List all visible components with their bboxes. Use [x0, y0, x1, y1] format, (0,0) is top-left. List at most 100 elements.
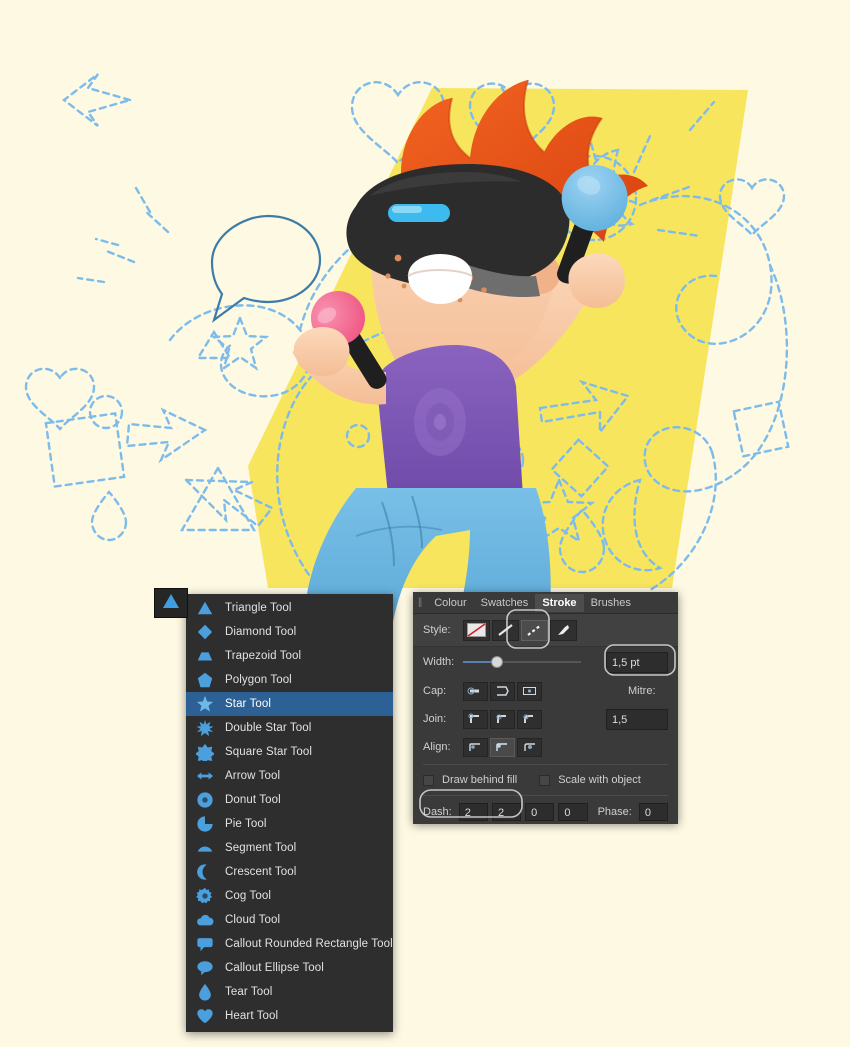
- tool-menu-item-label: Crescent Tool: [225, 866, 297, 878]
- tab-stroke[interactable]: Stroke: [535, 593, 584, 612]
- tool-menu-item-label: Pie Tool: [225, 818, 267, 830]
- phase-label: Phase:: [597, 806, 632, 818]
- tool-menu-item-square-star-tool[interactable]: Square Star Tool: [186, 740, 393, 764]
- width-slider[interactable]: [463, 655, 581, 669]
- round-cap-button[interactable]: [490, 681, 515, 701]
- mitre-value-field[interactable]: 1,5: [606, 708, 668, 730]
- tool-menu-item-donut-tool[interactable]: Donut Tool: [186, 788, 393, 812]
- square-star-icon: [195, 742, 215, 762]
- tool-menu-item-polygon-tool[interactable]: Polygon Tool: [186, 668, 393, 692]
- shape-tool-button[interactable]: [154, 588, 188, 618]
- width-row: Width: 1,5 pt: [413, 647, 678, 677]
- tool-menu-item-cog-tool[interactable]: Cog Tool: [186, 884, 393, 908]
- panel-tab-bar[interactable]: || Colour Swatches Stroke Brushes: [413, 592, 678, 614]
- tool-menu-item-label: Arrow Tool: [225, 770, 281, 782]
- miter-join-button[interactable]: [463, 709, 488, 729]
- tool-menu-item-label: Double Star Tool: [225, 722, 312, 734]
- shape-tools-flyout[interactable]: Triangle Tool Diamond Tool Trapezoid Tool P…: [186, 594, 393, 1032]
- style-label: Style:: [423, 624, 451, 636]
- tool-menu-item-segment-tool[interactable]: Segment Tool: [186, 836, 393, 860]
- width-value-field[interactable]: 1,5 pt: [606, 651, 668, 673]
- tool-menu-item-label: Cloud Tool: [225, 914, 281, 926]
- align-center-button[interactable]: [463, 737, 488, 757]
- butt-cap-button[interactable]: [463, 681, 488, 701]
- tool-menu-item-label: Tear Tool: [225, 986, 273, 998]
- dash-field-3[interactable]: 0: [525, 803, 555, 821]
- dash-row: Dash: 2 2 0 0 Phase: 0: [413, 799, 678, 825]
- align-outside-button[interactable]: [517, 737, 542, 757]
- tool-menu-item-diamond-tool[interactable]: Diamond Tool: [186, 620, 393, 644]
- tool-menu-item-label: Triangle Tool: [225, 602, 292, 614]
- tool-menu-item-label: Segment Tool: [225, 842, 297, 854]
- panel-grip-icon[interactable]: ||: [418, 597, 422, 608]
- scale-with-object-label: Scale with object: [558, 774, 641, 786]
- tool-menu-item-label: Heart Tool: [225, 1010, 279, 1022]
- trapezoid-icon: [195, 646, 215, 666]
- cap-label: Cap:: [423, 685, 447, 697]
- stroke-panel[interactable]: || Colour Swatches Stroke Brushes Style:: [413, 592, 678, 824]
- phase-field[interactable]: 0: [638, 803, 669, 821]
- tool-menu-item-heart-tool[interactable]: Heart Tool: [186, 1004, 393, 1028]
- double-star-icon: [195, 718, 215, 738]
- width-slider-knob[interactable]: [491, 656, 503, 668]
- tool-menu-item-label: Callout Ellipse Tool: [225, 962, 324, 974]
- tool-menu-item-label: Star Tool: [225, 698, 272, 710]
- callout-rounded-rect-icon: [195, 934, 215, 954]
- segment-icon: [195, 838, 215, 858]
- tool-menu-item-trapezoid-tool[interactable]: Trapezoid Tool: [186, 644, 393, 668]
- bevel-join-button[interactable]: [517, 709, 542, 729]
- arrow-icon: [195, 766, 215, 786]
- diamond-icon: [195, 622, 215, 642]
- brush-stroke-style-button[interactable]: [550, 619, 577, 641]
- no-stroke-style-button[interactable]: [463, 619, 490, 641]
- scale-with-object-checkbox[interactable]: [539, 774, 551, 786]
- divider-1: [423, 764, 668, 765]
- tool-menu-item-label: Callout Rounded Rectangle Tool: [225, 938, 393, 950]
- cloud-icon: [195, 910, 215, 930]
- tool-menu-item-callout-ellipse-tool[interactable]: Callout Ellipse Tool: [186, 956, 393, 980]
- callout-ellipse-icon: [195, 958, 215, 978]
- align-inside-button[interactable]: [490, 737, 515, 757]
- triangle-icon: [195, 598, 215, 618]
- options-row: Draw behind fill Scale with object: [413, 768, 678, 792]
- width-label: Width:: [423, 656, 455, 668]
- align-label: Align:: [423, 741, 451, 753]
- donut-icon: [195, 790, 215, 810]
- style-row: Style:: [413, 614, 678, 647]
- tool-menu-item-cloud-tool[interactable]: Cloud Tool: [186, 908, 393, 932]
- tool-menu-item-label: Cog Tool: [225, 890, 271, 902]
- draw-behind-fill-label: Draw behind fill: [442, 774, 518, 786]
- pie-icon: [195, 814, 215, 834]
- dash-field-2[interactable]: 2: [491, 803, 522, 821]
- cog-icon: [195, 886, 215, 906]
- tool-menu-item-double-star-tool[interactable]: Double Star Tool: [186, 716, 393, 740]
- tab-swatches[interactable]: Swatches: [474, 594, 536, 612]
- dashed-stroke-style-button[interactable]: [521, 619, 548, 641]
- tool-menu-item-tear-tool[interactable]: Tear Tool: [186, 980, 393, 1004]
- tool-menu-item-crescent-tool[interactable]: Crescent Tool: [186, 860, 393, 884]
- tool-menu-item-triangle-tool[interactable]: Triangle Tool: [186, 596, 393, 620]
- dash-label: Dash:: [423, 806, 452, 818]
- cap-row: Cap: Mitre:: [413, 677, 678, 705]
- dash-field-4[interactable]: 0: [558, 803, 588, 821]
- tool-menu-item-label: Diamond Tool: [225, 626, 297, 638]
- round-join-button[interactable]: [490, 709, 515, 729]
- divider-2: [423, 795, 668, 796]
- solid-stroke-style-button[interactable]: [492, 619, 519, 641]
- square-cap-button[interactable]: [517, 681, 542, 701]
- stroke-panel-body: Style: Width: 1,5 pt Cap: Mitre: Join: 1…: [413, 614, 678, 824]
- tool-menu-item-star-tool[interactable]: Star Tool: [186, 692, 393, 716]
- align-row: Align:: [413, 733, 678, 761]
- tool-menu-item-pie-tool[interactable]: Pie Tool: [186, 812, 393, 836]
- tab-brushes[interactable]: Brushes: [584, 594, 638, 612]
- tool-menu-item-label: Polygon Tool: [225, 674, 292, 686]
- mitre-label: Mitre:: [628, 685, 656, 697]
- tool-menu-item-label: Square Star Tool: [225, 746, 313, 758]
- draw-behind-fill-checkbox[interactable]: [423, 774, 434, 786]
- tool-menu-item-arrow-tool[interactable]: Arrow Tool: [186, 764, 393, 788]
- tool-menu-item-callout-rounded-rectangle-tool[interactable]: Callout Rounded Rectangle Tool: [186, 932, 393, 956]
- tab-colour[interactable]: Colour: [427, 594, 473, 612]
- crescent-icon: [195, 862, 215, 882]
- dash-field-1[interactable]: 2: [458, 803, 488, 821]
- join-row: Join: 1,5: [413, 705, 678, 733]
